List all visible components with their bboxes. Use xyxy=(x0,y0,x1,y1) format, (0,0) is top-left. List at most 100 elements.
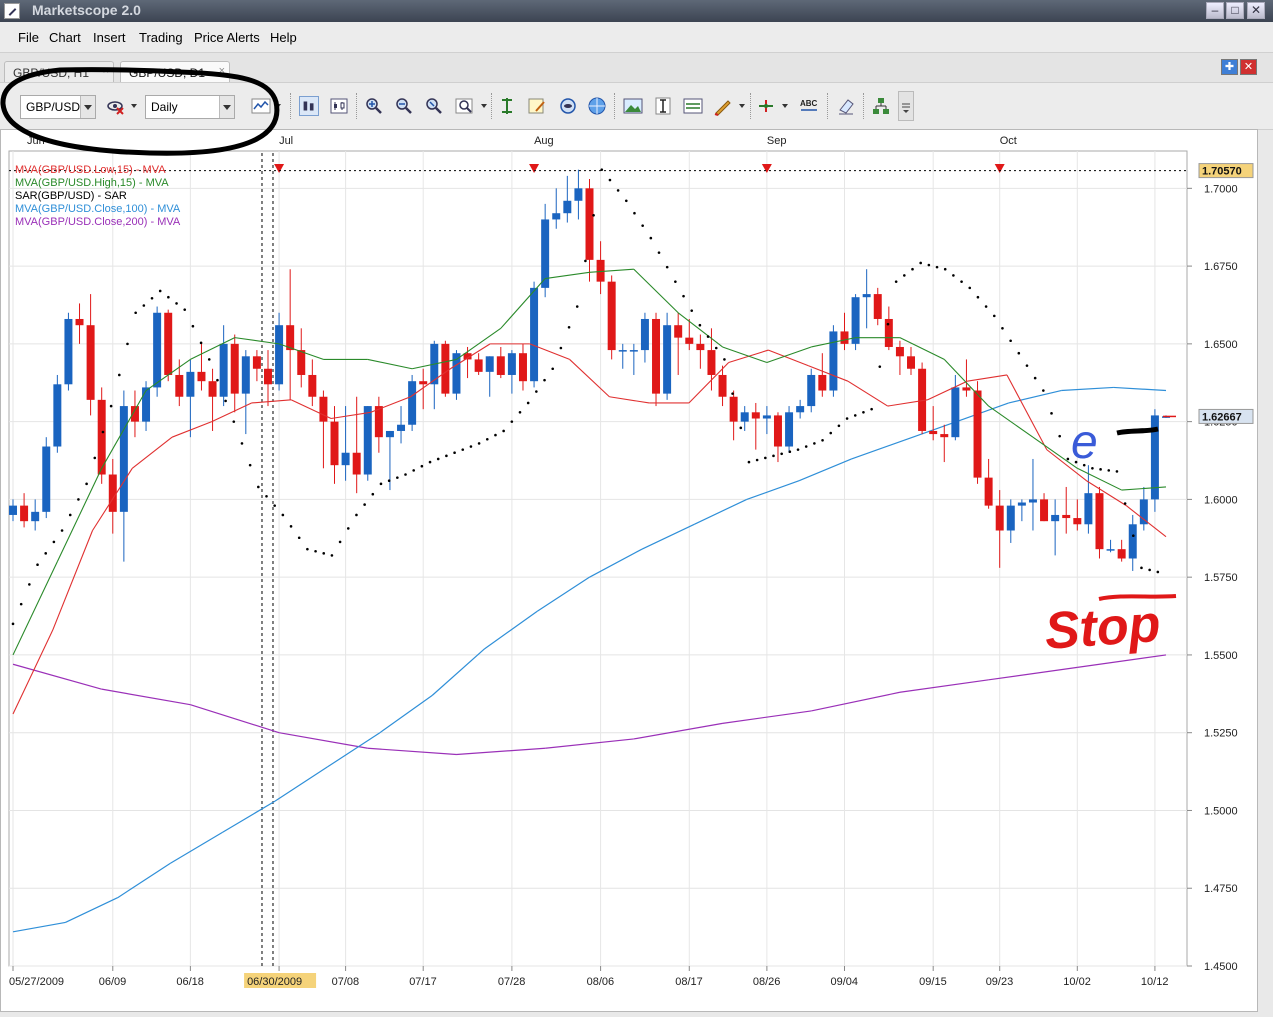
cancel-eye-icon[interactable] xyxy=(106,96,126,116)
note-icon[interactable] xyxy=(527,96,547,116)
candle-body xyxy=(219,343,228,397)
legend-entry: MVA(GBP/USD.Close,100) - MVA xyxy=(15,203,181,215)
sar-dot xyxy=(330,554,334,557)
x-tick-label: 09/23 xyxy=(986,976,1014,988)
candle-body xyxy=(585,188,594,260)
x-tick-label: 09/04 xyxy=(830,976,858,988)
period-select[interactable]: Daily xyxy=(145,95,235,119)
sar-dot xyxy=(183,308,187,311)
sar-dot xyxy=(224,399,227,403)
sar-dot xyxy=(870,407,873,411)
candle-body xyxy=(707,350,716,375)
sar-dot xyxy=(257,485,260,489)
sar-dot xyxy=(731,392,734,395)
menu-insert[interactable]: Insert xyxy=(93,30,126,45)
y-tick-label: 1.5250 xyxy=(1204,728,1238,740)
zoom-out-icon[interactable] xyxy=(394,96,414,116)
sar-dot xyxy=(723,358,726,361)
more-icon[interactable] xyxy=(898,91,914,121)
sar-dot xyxy=(314,549,317,553)
candle-body xyxy=(962,387,971,391)
line-chart-icon[interactable] xyxy=(251,96,271,116)
sar-dot xyxy=(379,482,383,486)
close-window-button[interactable]: ✕ xyxy=(1247,2,1265,19)
image-icon[interactable] xyxy=(623,96,643,116)
sar-dot xyxy=(36,563,39,567)
chevron-down-icon[interactable] xyxy=(275,104,281,108)
eraser-icon[interactable] xyxy=(836,96,856,116)
sar-dot xyxy=(445,454,448,458)
candle-body xyxy=(419,381,428,385)
menu-trading[interactable]: Trading xyxy=(139,30,183,45)
cursor-line-icon[interactable] xyxy=(653,96,673,116)
globe-eye-icon[interactable] xyxy=(558,96,578,116)
toolbar-separator xyxy=(356,93,358,119)
sar-dot xyxy=(845,417,849,420)
menu-file[interactable]: File xyxy=(18,30,39,45)
bar-style-icon[interactable] xyxy=(299,96,319,116)
candle-body xyxy=(1073,518,1082,525)
sar-dot xyxy=(952,274,955,277)
sar-dot xyxy=(502,429,505,433)
sar-dot xyxy=(273,504,276,507)
menu-price-alerts[interactable]: Price Alerts xyxy=(194,30,260,45)
chart-area[interactable]: 1.70001.67501.65001.62501.60001.57501.55… xyxy=(0,129,1258,1012)
instrument-select[interactable]: GBP/USD xyxy=(20,95,96,119)
close-tab-icon[interactable]: × xyxy=(103,65,109,77)
menu-bar: File Chart Insert Trading Price Alerts H… xyxy=(0,22,1273,52)
zoom-in-icon[interactable] xyxy=(364,96,384,116)
sar-dot xyxy=(1058,434,1061,438)
sar-dot xyxy=(518,410,522,414)
trend-icon[interactable] xyxy=(756,96,776,116)
candle-body xyxy=(175,374,184,397)
globe-icon[interactable] xyxy=(587,96,607,116)
sar-dot xyxy=(1123,502,1127,505)
menu-chart[interactable]: Chart xyxy=(49,30,81,45)
candle-body xyxy=(796,406,805,413)
candle-body xyxy=(1017,502,1026,506)
candle-body xyxy=(884,318,893,347)
sar-dot xyxy=(1025,364,1029,367)
sar-dot xyxy=(494,433,497,437)
sar-dot xyxy=(338,540,342,544)
pencil-icon[interactable] xyxy=(713,96,733,116)
tab-gbpusd-h1[interactable]: GBP/USD, H1 × xyxy=(4,61,114,83)
price-chart[interactable]: 1.70001.67501.65001.62501.60001.57501.55… xyxy=(1,130,1257,1011)
maximize-button[interactable]: □ xyxy=(1226,2,1244,19)
candle-body xyxy=(607,281,616,351)
zoom-fit-icon[interactable] xyxy=(424,96,444,116)
text-abc-icon[interactable]: ABC xyxy=(799,96,819,116)
chevron-down-icon[interactable] xyxy=(481,104,487,108)
sar-dot xyxy=(1099,468,1102,471)
sar-dot xyxy=(363,503,366,506)
candle-body xyxy=(552,213,561,220)
zoom-range-icon[interactable] xyxy=(455,96,475,116)
sar-dot xyxy=(584,259,587,263)
tab-gbpusd-d1[interactable]: GBP/USD, D1 × xyxy=(120,61,230,83)
sar-dot xyxy=(559,346,563,350)
handwritten-stop-annotation: Stop xyxy=(1043,595,1162,661)
sar-dot xyxy=(657,251,661,254)
panel-icon[interactable] xyxy=(683,96,703,116)
candle-style-icon[interactable] xyxy=(329,96,349,116)
sar-dot xyxy=(927,263,931,267)
sar-dot xyxy=(698,323,702,327)
minimize-button[interactable]: – xyxy=(1206,2,1224,19)
sar-dot xyxy=(772,454,775,458)
chevron-down-icon[interactable] xyxy=(739,104,745,108)
candle-body xyxy=(829,331,838,391)
close-panel-button[interactable]: ✕ xyxy=(1240,59,1257,75)
close-tab-icon[interactable]: × xyxy=(219,65,225,77)
sar-dot xyxy=(60,529,64,532)
sar-dot xyxy=(886,322,890,326)
sar-dot xyxy=(248,463,252,467)
sar-dot xyxy=(371,492,375,496)
chevron-down-icon[interactable] xyxy=(131,104,137,108)
vertical-bar-icon[interactable] xyxy=(497,96,517,116)
sar-dot xyxy=(943,267,947,271)
float-panel-button[interactable]: ✚ xyxy=(1221,59,1238,75)
candle-body xyxy=(629,350,638,352)
menu-help[interactable]: Help xyxy=(270,30,297,45)
tree-icon[interactable] xyxy=(871,96,891,116)
chevron-down-icon[interactable] xyxy=(782,104,788,108)
